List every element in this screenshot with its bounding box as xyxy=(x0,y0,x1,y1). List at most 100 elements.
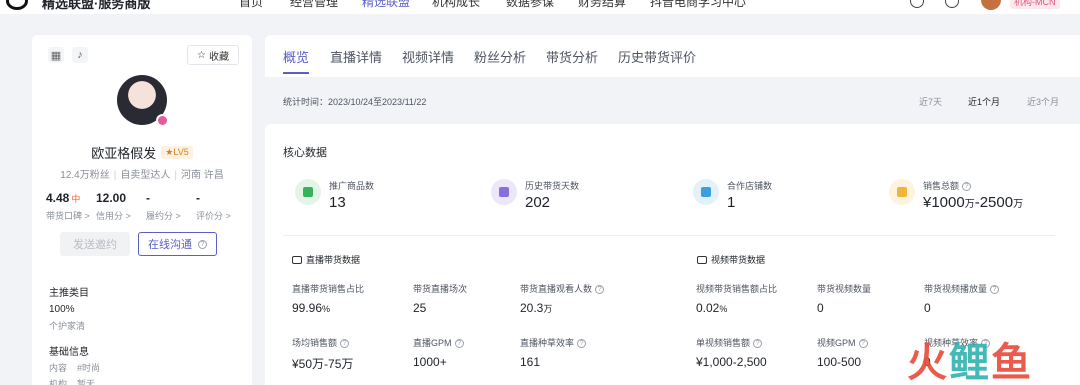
period-3m[interactable]: 近3个月 xyxy=(1027,95,1059,108)
stat-fulfillment[interactable]: - 履约分 > xyxy=(146,191,196,222)
metric-unit: % xyxy=(322,304,331,314)
help-icon[interactable]: ? xyxy=(962,182,972,192)
metric-value: 1 xyxy=(727,194,736,211)
stat-label: 履约分 > xyxy=(146,211,181,221)
help-icon[interactable]: ? xyxy=(340,339,350,349)
help-icon[interactable]: ? xyxy=(577,339,587,349)
message-icon[interactable] xyxy=(945,0,959,8)
tab-fans[interactable]: 粉丝分析 xyxy=(474,47,526,66)
live-seeding-efficiency: 直播种草效率? 161 xyxy=(520,336,587,369)
send-invite-button[interactable]: 发送邀约 xyxy=(60,232,130,256)
main-category-percent: 100% xyxy=(49,304,75,315)
profile-card: ▦ ♪ ☆ 收藏 欧亚格假发 ★LV5 12.4万粉丝 | 自卖型达人 | 河南 许昌 … xyxy=(32,35,252,385)
user-avatar[interactable] xyxy=(981,0,1001,10)
stat-value: - xyxy=(146,191,150,205)
active-tab-indicator xyxy=(283,72,309,74)
chat-label: 在线沟通 xyxy=(148,239,192,251)
metric-value: ¥50万-75万 xyxy=(292,357,354,371)
help-icon[interactable]: ? xyxy=(595,285,605,295)
nav-business[interactable]: 经营管理 xyxy=(290,0,338,10)
star-icon: ☆ xyxy=(197,49,206,61)
metric-label: 合作店铺数 xyxy=(727,181,773,191)
metric-value: 100-500 xyxy=(817,355,862,369)
metric-value: 13 xyxy=(329,194,346,211)
metric-label-text: 销售总额 xyxy=(923,181,960,191)
stat-value: 12.00 xyxy=(96,191,127,205)
metric-label: 带货视频播放量 xyxy=(924,284,988,294)
nav-growth[interactable]: 机构成长 xyxy=(432,0,480,10)
basic-info-title: 基础信息 xyxy=(49,347,89,358)
watermark-char: 火 xyxy=(907,341,949,385)
metric-value: 0 xyxy=(817,301,824,315)
metric-value: 0.02 xyxy=(696,301,720,315)
metric-value: 20.3 xyxy=(520,301,544,315)
calendar-icon xyxy=(491,179,517,205)
live-gpm: 直播GPM? 1000+ xyxy=(413,336,464,369)
live-section-title: 直播带货数据 xyxy=(292,253,360,266)
profile-name: 欧亚格假发 xyxy=(91,146,157,161)
tab-video-detail[interactable]: 视频详情 xyxy=(402,47,454,66)
metric-label: 直播种草效率 xyxy=(520,338,575,348)
period-7d[interactable]: 近7天 xyxy=(919,95,942,108)
score-stats: 4.48 中 带货口碑 > 12.00 信用分 > - 履约分 > - 评价分 > xyxy=(46,191,246,222)
nav-alliance[interactable]: 精选联盟 xyxy=(362,0,410,10)
nav-home[interactable]: 首页 xyxy=(239,0,263,10)
watermark-char: 鱼 xyxy=(991,341,1033,385)
live-sales-share: 直播带货销售占比 99.96% xyxy=(292,282,364,315)
video-gpm: 视频GPM? 100-500 xyxy=(817,336,868,369)
nav-learning[interactable]: 抖音电商学习中心 xyxy=(650,0,746,10)
video-sales-share: 视频带货销售额占比 0.02% xyxy=(696,282,777,315)
sales-min: ¥1000 xyxy=(923,194,965,211)
tab-history-review[interactable]: 历史带货评价 xyxy=(618,47,696,66)
period-bar: 统计时间：2023/10/24至2023/11/22 近7天 近1个月 近3个月 xyxy=(265,87,1080,115)
video-plays: 带货视频播放量? 0 xyxy=(924,282,1000,315)
settings-icon[interactable] xyxy=(910,0,924,8)
org-tag: 机构-MCN xyxy=(1010,0,1060,9)
help-icon[interactable]: ? xyxy=(753,339,763,349)
tab-sales[interactable]: 带货分析 xyxy=(546,47,598,66)
help-icon[interactable]: ? xyxy=(990,285,1000,295)
metric-value: ¥1000万-2500万 xyxy=(923,194,1023,211)
core-data-title: 核心数据 xyxy=(283,147,327,159)
video-title-text: 视频带货数据 xyxy=(711,255,766,265)
tab-live-detail[interactable]: 直播详情 xyxy=(330,47,382,66)
metric-label: 视频GPM xyxy=(817,338,856,348)
watermark-char: 鲤 xyxy=(949,341,991,385)
stat-label: 带货口碑 > xyxy=(46,211,90,221)
content-label: 内容 xyxy=(49,363,68,373)
live-sessions: 带货直播场次 25 xyxy=(413,282,467,315)
stat-credit[interactable]: 12.00 信用分 > xyxy=(96,191,146,222)
stat-tag: 中 xyxy=(71,194,81,204)
grid-icon[interactable]: ▦ xyxy=(48,47,64,63)
stat-value: 4.48 xyxy=(46,191,70,205)
favorite-button[interactable]: ☆ 收藏 xyxy=(187,45,239,65)
watermark-logo: 火鲤鱼 xyxy=(907,330,1033,385)
metric-label: 带货直播场次 xyxy=(413,284,468,294)
stat-review[interactable]: - 评价分 > xyxy=(196,191,246,222)
nav-finance[interactable]: 财务结算 xyxy=(578,0,626,10)
metric-value: 99.96 xyxy=(292,301,323,315)
online-chat-button[interactable]: 在线沟通? xyxy=(138,232,217,256)
metric-label: 历史带货天数 xyxy=(525,181,580,191)
tab-overview[interactable]: 概览 xyxy=(283,47,309,66)
content-info: 内容 #时尚 xyxy=(49,361,100,374)
help-icon[interactable]: ? xyxy=(858,339,868,349)
metric-label: 视频带货销售额占比 xyxy=(696,284,778,294)
metric-label: 推广商品数 xyxy=(329,181,375,191)
tabs-bar: 概览 直播详情 视频详情 粉丝分析 带货分析 历史带货评价 xyxy=(265,35,1080,77)
metric-value: ¥1,000-2,500 xyxy=(696,355,767,369)
org-value: 暂无 xyxy=(77,379,96,385)
main-category-title: 主推类目 xyxy=(49,288,89,299)
metric-label: 销售总额? xyxy=(923,179,972,192)
live-title-text: 直播带货数据 xyxy=(306,255,361,265)
period-1m[interactable]: 近1个月 xyxy=(968,95,1000,108)
stat-reputation[interactable]: 4.48 中 带货口碑 > xyxy=(46,191,96,222)
nav-data[interactable]: 数据参谋 xyxy=(506,0,554,10)
product-icon xyxy=(295,179,321,205)
brand-title: 精选联盟·服务商版 xyxy=(42,0,151,11)
help-icon[interactable]: ? xyxy=(454,339,464,349)
douyin-icon[interactable]: ♪ xyxy=(72,47,88,63)
top-nav: 精选联盟·服务商版 首页 经营管理 精选联盟 机构成长 数据参谋 财务结算 抖音… xyxy=(0,0,1080,14)
content-value: #时尚 xyxy=(77,363,101,373)
metric-label: 场均销售额 xyxy=(292,338,338,348)
